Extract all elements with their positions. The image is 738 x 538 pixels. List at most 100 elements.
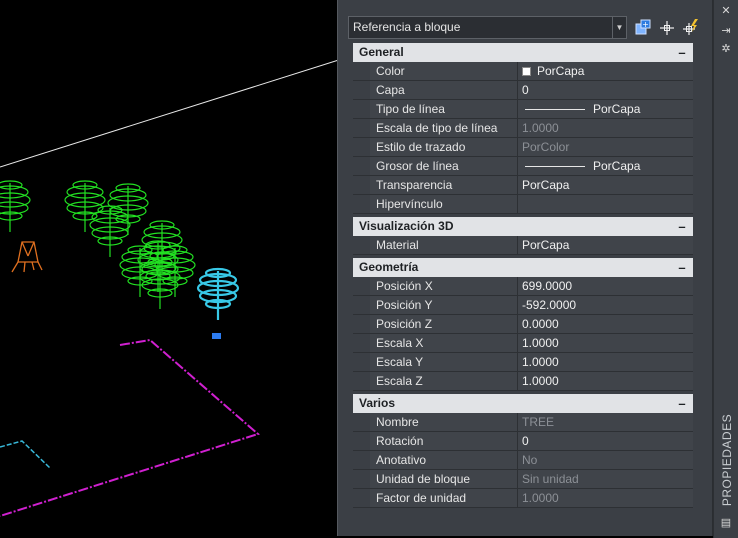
- property-row[interactable]: Transparencia PorCapa: [353, 176, 693, 195]
- property-value[interactable]: PorCapa: [522, 62, 584, 80]
- property-row[interactable]: Anotativo No: [353, 451, 693, 470]
- palette-menu-icon[interactable]: ▤: [719, 516, 733, 530]
- select-objects-icon[interactable]: [657, 18, 677, 38]
- property-value[interactable]: 699.0000: [522, 277, 572, 295]
- property-row[interactable]: Material PorCapa: [353, 236, 693, 255]
- property-label: Transparencia: [376, 178, 453, 192]
- tree-canopy-ring: [0, 185, 29, 199]
- property-value[interactable]: PorCapa: [522, 176, 569, 194]
- column-divider: [517, 236, 518, 254]
- property-value: No: [522, 451, 537, 469]
- property-row[interactable]: Posición Z 0.0000: [353, 315, 693, 334]
- autohide-icon[interactable]: ⇥: [719, 24, 733, 38]
- property-row[interactable]: Posición Y -592.0000: [353, 296, 693, 315]
- property-value[interactable]: 1.0000: [522, 372, 559, 390]
- quick-select-icon[interactable]: [681, 18, 701, 38]
- property-value[interactable]: 1.0000: [522, 353, 559, 371]
- row-gutter: [353, 432, 370, 450]
- property-value-text: 0: [522, 434, 529, 448]
- row-gutter: [353, 296, 370, 314]
- column-divider: [517, 138, 518, 156]
- property-row[interactable]: Escala Z 1.0000: [353, 372, 693, 391]
- property-label: Grosor de línea: [376, 159, 459, 173]
- property-label: Rotación: [376, 434, 424, 448]
- property-row[interactable]: Estilo de trazado PorColor: [353, 138, 693, 157]
- column-divider: [517, 451, 518, 469]
- collapse-icon[interactable]: –: [676, 217, 688, 236]
- chair-block[interactable]: [11, 241, 43, 273]
- collapse-icon[interactable]: –: [676, 394, 688, 413]
- settings-icon[interactable]: ✲: [719, 42, 733, 56]
- property-row[interactable]: Capa 0: [353, 81, 693, 100]
- property-value-text: 1.0000: [522, 121, 559, 135]
- property-row[interactable]: Grosor de línea PorCapa: [353, 157, 693, 176]
- property-label: Estilo de trazado: [376, 140, 466, 154]
- chevron-down-icon[interactable]: ▼: [612, 17, 626, 38]
- row-gutter: [353, 451, 370, 469]
- property-label: Escala Z: [376, 374, 423, 388]
- section-title: Varios: [359, 396, 396, 410]
- properties-palette: Referencia a bloque ▼ + General – Color Por…: [337, 0, 713, 536]
- tree-symbol[interactable]: [196, 267, 240, 320]
- property-value[interactable]: 0: [522, 81, 529, 99]
- property-value: Sin unidad: [522, 470, 579, 488]
- property-row[interactable]: Nombre TREE: [353, 413, 693, 432]
- property-value-text: 0: [522, 83, 529, 97]
- cyan-boundary: [0, 440, 51, 469]
- property-row[interactable]: Escala de tipo de línea 1.0000: [353, 119, 693, 138]
- property-value-text: PorCapa: [593, 159, 641, 173]
- palette-title-text: PROPIEDADES: [720, 413, 734, 507]
- property-value[interactable]: PorCapa: [522, 100, 640, 118]
- color-swatch-icon: [522, 67, 531, 76]
- section-header[interactable]: Varios –: [353, 394, 693, 413]
- tree-symbol[interactable]: [139, 257, 181, 309]
- property-row[interactable]: Escala Y 1.0000: [353, 353, 693, 372]
- section-header[interactable]: Visualización 3D –: [353, 217, 693, 236]
- tree-symbol[interactable]: [89, 205, 131, 257]
- collapse-icon[interactable]: –: [676, 43, 688, 62]
- collapse-icon[interactable]: –: [676, 258, 688, 277]
- property-label: Capa: [376, 83, 405, 97]
- column-divider: [517, 296, 518, 314]
- property-row[interactable]: Posición X 699.0000: [353, 277, 693, 296]
- row-gutter: [353, 119, 370, 137]
- property-value[interactable]: 0.0000: [522, 315, 559, 333]
- property-value[interactable]: 0: [522, 432, 529, 450]
- property-row[interactable]: Escala X 1.0000: [353, 334, 693, 353]
- object-type-value: Referencia a bloque: [353, 20, 461, 34]
- property-row[interactable]: Tipo de línea PorCapa: [353, 100, 693, 119]
- property-value[interactable]: PorCapa: [522, 157, 640, 175]
- tree-symbol[interactable]: [0, 180, 31, 232]
- column-divider: [517, 315, 518, 333]
- insertion-grip[interactable]: [212, 333, 221, 339]
- property-value-text: PorCapa: [522, 238, 570, 252]
- tree-symbol[interactable]: [64, 180, 106, 232]
- close-icon[interactable]: ✕: [719, 4, 733, 18]
- property-value: PorColor: [522, 138, 569, 156]
- palette-title-strip: ✕ ⇥ ✲ PROPIEDADES ▤: [713, 0, 738, 538]
- property-row[interactable]: Color PorCapa: [353, 62, 693, 81]
- column-divider: [517, 372, 518, 390]
- toggle-pickadd-icon[interactable]: +: [633, 18, 653, 38]
- section-header[interactable]: General –: [353, 43, 693, 62]
- property-row[interactable]: Rotación 0: [353, 432, 693, 451]
- row-gutter: [353, 62, 370, 80]
- property-label: Nombre: [376, 415, 419, 429]
- property-value-text: -592.0000: [522, 298, 577, 312]
- property-value-text: 0.0000: [522, 317, 559, 331]
- property-row[interactable]: Factor de unidad 1.0000: [353, 489, 693, 508]
- row-gutter: [353, 176, 370, 194]
- property-value: 1.0000: [522, 489, 559, 507]
- property-row[interactable]: Hipervínculo: [353, 195, 693, 214]
- property-value-text: PorCapa: [522, 178, 570, 192]
- property-value[interactable]: PorCapa: [522, 236, 569, 254]
- property-value[interactable]: -592.0000: [522, 296, 576, 314]
- section-header[interactable]: Geometría –: [353, 258, 693, 277]
- object-type-select[interactable]: Referencia a bloque ▼: [348, 16, 627, 39]
- property-label: Posición X: [376, 279, 433, 293]
- property-value[interactable]: 1.0000: [522, 334, 559, 352]
- linetype-sample-icon: [525, 109, 585, 110]
- property-value-text: TREE: [522, 415, 555, 429]
- property-row[interactable]: Unidad de bloque Sin unidad: [353, 470, 693, 489]
- row-gutter: [353, 157, 370, 175]
